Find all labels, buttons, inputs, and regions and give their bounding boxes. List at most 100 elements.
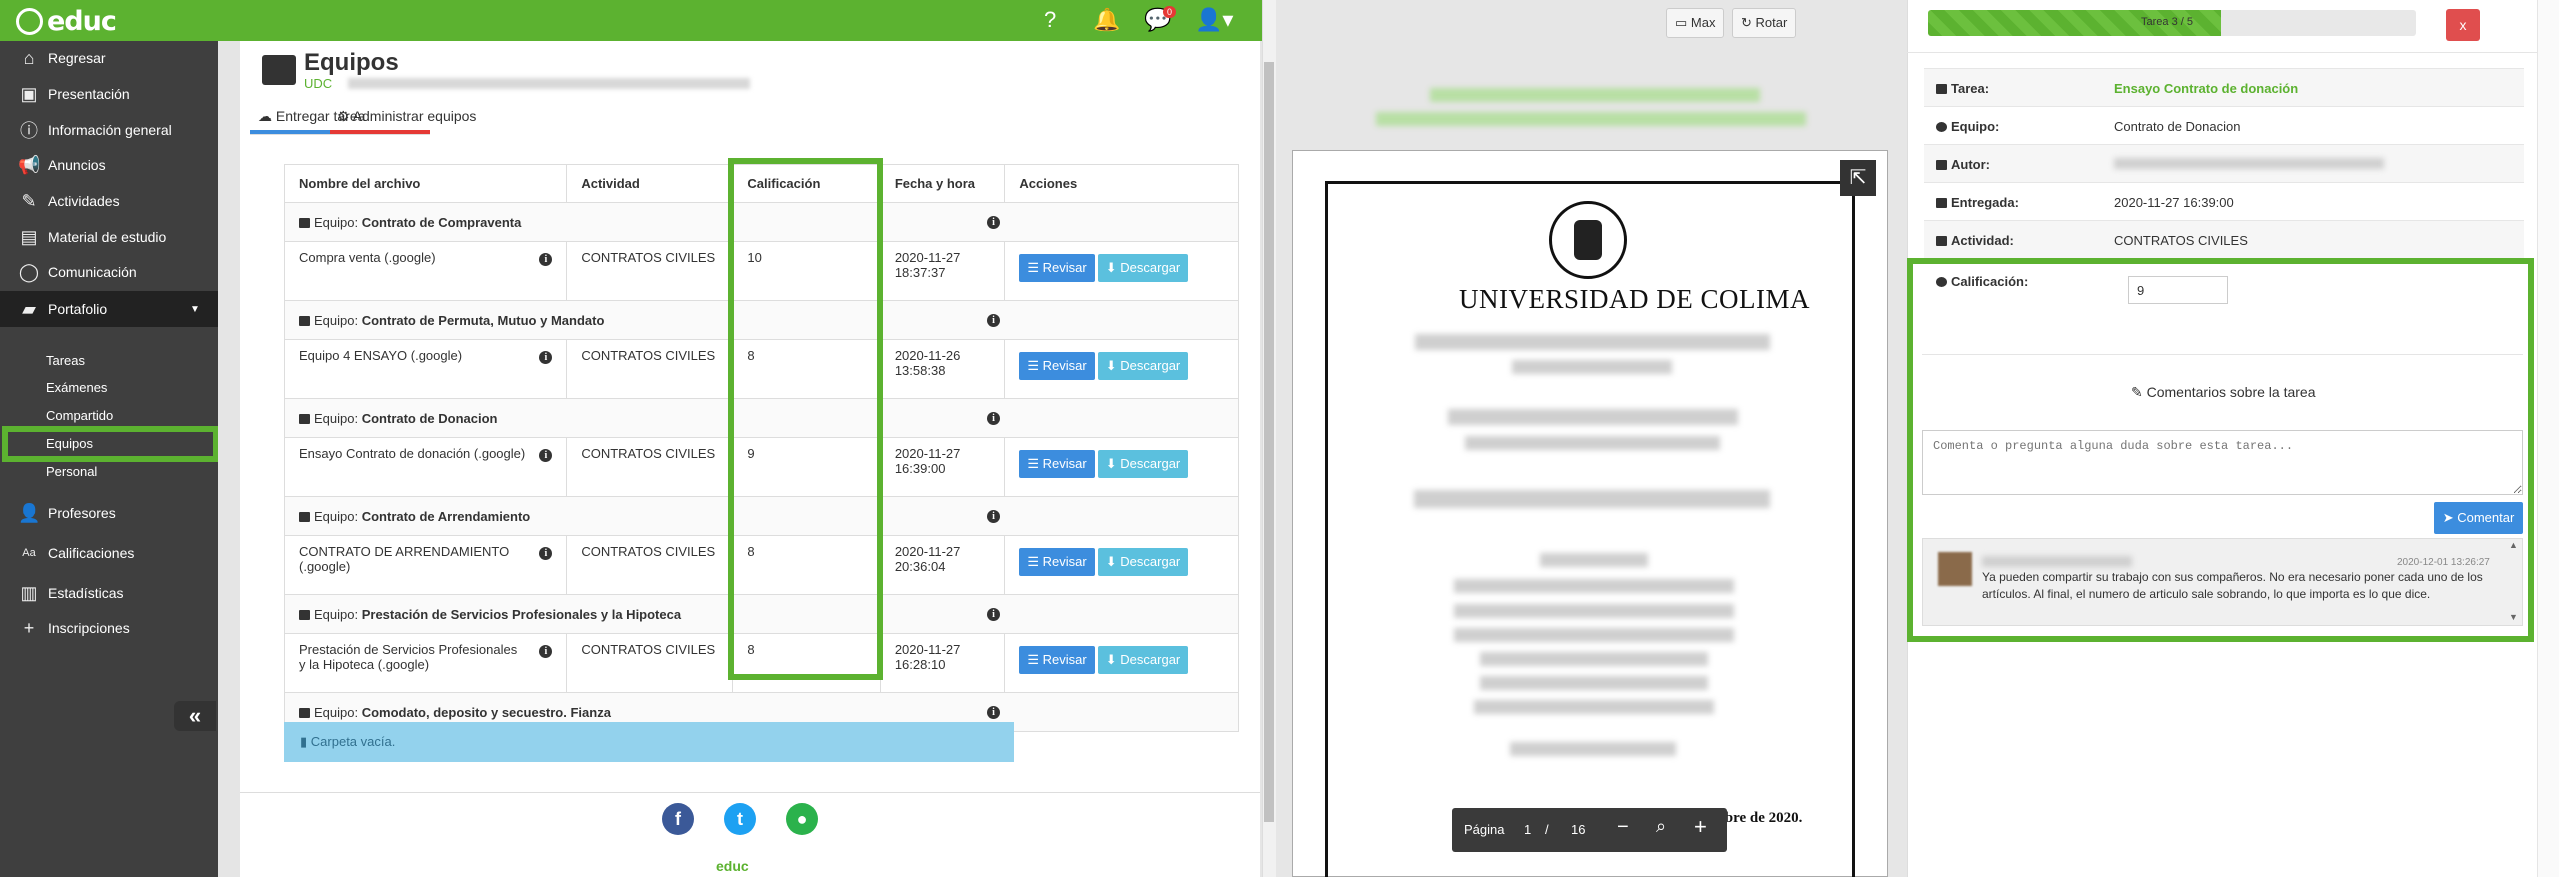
review-button[interactable]: ☰ Revisar [1019, 254, 1095, 282]
footer-logo[interactable]: educ [716, 858, 749, 874]
col-header-activity[interactable]: Actividad [566, 164, 734, 203]
file-name[interactable]: Equipo 4 ENSAYO (.google) [299, 348, 462, 363]
sidebar-item-informacion[interactable]: ⓘ Información general [0, 113, 218, 147]
comment-date: 2020-12-01 13:26:27 [2397, 557, 2490, 568]
download-label: Descargar [1120, 554, 1181, 569]
doc-text-redacted [1512, 360, 1672, 374]
file-cell[interactable]: Compra venta (.google) i [283, 241, 568, 301]
info-icon[interactable]: i [539, 645, 553, 658]
file-name[interactable]: Ensayo Contrato de donación (.google) [299, 446, 525, 461]
help-icon[interactable]: ? [1044, 8, 1056, 32]
scroll-up-icon[interactable]: ▲ [2509, 540, 2518, 550]
tab-administrar-equipos[interactable]: ⚙ Administrar equipos [337, 108, 476, 125]
community-icon[interactable]: ● [786, 803, 818, 835]
briefcase-icon [299, 707, 310, 718]
sidebar-item-profesores[interactable]: 👤 Profesores [0, 496, 218, 530]
chevron-down-icon: ▼ [190, 303, 200, 315]
review-button[interactable]: ☰ Revisar [1019, 548, 1095, 576]
pager-label: Página [1464, 822, 1505, 837]
page-title: Equipos [304, 49, 399, 76]
collapse-sidebar-button[interactable]: « [174, 701, 216, 731]
zoom-in-icon[interactable]: + [1694, 814, 1707, 840]
review-button[interactable]: ☰ Revisar [1019, 352, 1095, 380]
info-icon[interactable]: i [987, 412, 1000, 425]
grade-divider [1922, 354, 2523, 355]
list-icon: ☰ [1027, 358, 1040, 373]
info-icon[interactable]: i [987, 314, 1000, 327]
app-logo[interactable]: educ [16, 6, 117, 37]
twitter-icon[interactable]: t [724, 803, 756, 835]
info-icon[interactable]: i [987, 216, 1000, 229]
user-menu-icon[interactable]: 👤▾ [1195, 8, 1233, 32]
file-cell[interactable]: Prestación de Servicios Profesionales y … [283, 633, 568, 693]
page-current[interactable]: 1 [1524, 822, 1531, 837]
zoom-out-icon[interactable]: − [1617, 816, 1629, 839]
sidebar-item-material[interactable]: ▤ Material de estudio [0, 220, 218, 254]
file-name[interactable]: Prestación de Servicios Profesionales y … [299, 642, 517, 672]
info-icon[interactable]: i [539, 547, 553, 560]
comments-title-text: Comentarios sobre la tarea [2146, 384, 2316, 400]
info-icon[interactable]: i [539, 351, 553, 364]
sidebar-item-presentacion[interactable]: ▣ Presentación [0, 77, 218, 111]
grade-label: Calificación: [1936, 274, 2028, 289]
folder-icon: ▰ [22, 298, 36, 319]
rotate-button[interactable]: ↻ Rotar [1732, 8, 1797, 38]
download-button[interactable]: ⬇ Descargar [1097, 254, 1189, 282]
facebook-icon[interactable]: f [662, 803, 694, 835]
sidebar-item-estadisticas[interactable]: ▥ Estadísticas [0, 576, 218, 610]
comment-button[interactable]: ➤ Comentar [2434, 502, 2523, 534]
col-header-file[interactable]: Nombre del archivo [283, 164, 568, 203]
info-icon[interactable]: i [987, 608, 1000, 621]
sidebar-item-portafolio[interactable]: ▰ Portafolio ▼ [0, 291, 218, 327]
sidebar-item-regresar[interactable]: ⌂ Regresar [0, 41, 218, 75]
sidebar-sub-compartido[interactable]: Compartido [46, 408, 113, 423]
logo-icon [16, 8, 43, 35]
doc-text-redacted [1454, 579, 1734, 593]
download-button[interactable]: ⬇ Descargar [1097, 352, 1189, 380]
file-name[interactable]: Compra venta (.google) [299, 250, 436, 265]
sidebar-item-anuncios[interactable]: 📢 Anuncios [0, 148, 218, 182]
group-name: Prestación de Servicios Profesionales y … [361, 606, 682, 622]
scrollbar-thumb[interactable] [1264, 62, 1274, 822]
max-button[interactable]: ▭ Max [1666, 8, 1725, 38]
sidebar-item-actividades[interactable]: ✎ Actividades [0, 184, 218, 218]
sidebar-sub-tareas[interactable]: Tareas [46, 353, 85, 368]
comment-textarea[interactable] [1922, 430, 2523, 495]
grade-input[interactable] [2128, 276, 2228, 304]
max-label: Max [1690, 15, 1716, 30]
info-icon[interactable]: i [539, 449, 553, 462]
doc-text-redacted [1415, 334, 1770, 350]
download-button[interactable]: ⬇ Descargar [1097, 548, 1189, 576]
review-button[interactable]: ☰ Revisar [1019, 450, 1095, 478]
col-header-actions: Acciones [1004, 164, 1239, 203]
chat-icon: ◯ [18, 261, 40, 282]
sidebar-item-comunicacion[interactable]: ◯ Comunicación [0, 255, 218, 289]
time-text: 18:37:37 [894, 265, 946, 280]
activity-cell: CONTRATOS CIVILES [566, 241, 734, 301]
grade-label-text: Calificación: [1951, 274, 2029, 289]
col-header-date[interactable]: Fecha y hora [879, 164, 1006, 203]
download-button[interactable]: ⬇ Descargar [1097, 646, 1189, 674]
file-name[interactable]: CONTRATO DE ARRENDAMIENTO (.google) [299, 544, 509, 574]
top-bar: educ ? 🔔 💬 0 👤▾ [0, 0, 1262, 41]
info-icon[interactable]: i [987, 510, 1000, 523]
info-icon[interactable]: i [987, 706, 1000, 719]
close-button[interactable]: x [2446, 9, 2480, 41]
sidebar-item-inscripciones[interactable]: + Inscripciones [0, 611, 218, 645]
zoom-icon[interactable]: ⌕ [1656, 816, 1666, 837]
file-cell[interactable]: Equipo 4 ENSAYO (.google) i [283, 339, 568, 399]
sidebar-sub-personal[interactable]: Personal [46, 464, 97, 479]
sidebar-item-calificaciones[interactable]: Aa Calificaciones [0, 536, 218, 570]
review-button[interactable]: ☰ Revisar [1019, 646, 1095, 674]
bell-icon[interactable]: 🔔 [1093, 8, 1120, 32]
logo-text: educ [47, 6, 117, 37]
scroll-down-icon[interactable]: ▼ [2509, 612, 2518, 622]
download-button[interactable]: ⬇ Descargar [1097, 450, 1189, 478]
open-external-icon[interactable]: ⇱ [1840, 160, 1876, 196]
date-cell: 2020-11-27 16:28:10 [879, 633, 1006, 693]
file-cell[interactable]: Ensayo Contrato de donación (.google) i [283, 437, 568, 497]
file-cell[interactable]: CONTRATO DE ARRENDAMIENTO (.google) i [283, 535, 568, 595]
sidebar-sub-examenes[interactable]: Exámenes [46, 380, 107, 395]
info-icon[interactable]: i [539, 253, 553, 266]
panel-scrollbar[interactable] [2537, 0, 2559, 877]
